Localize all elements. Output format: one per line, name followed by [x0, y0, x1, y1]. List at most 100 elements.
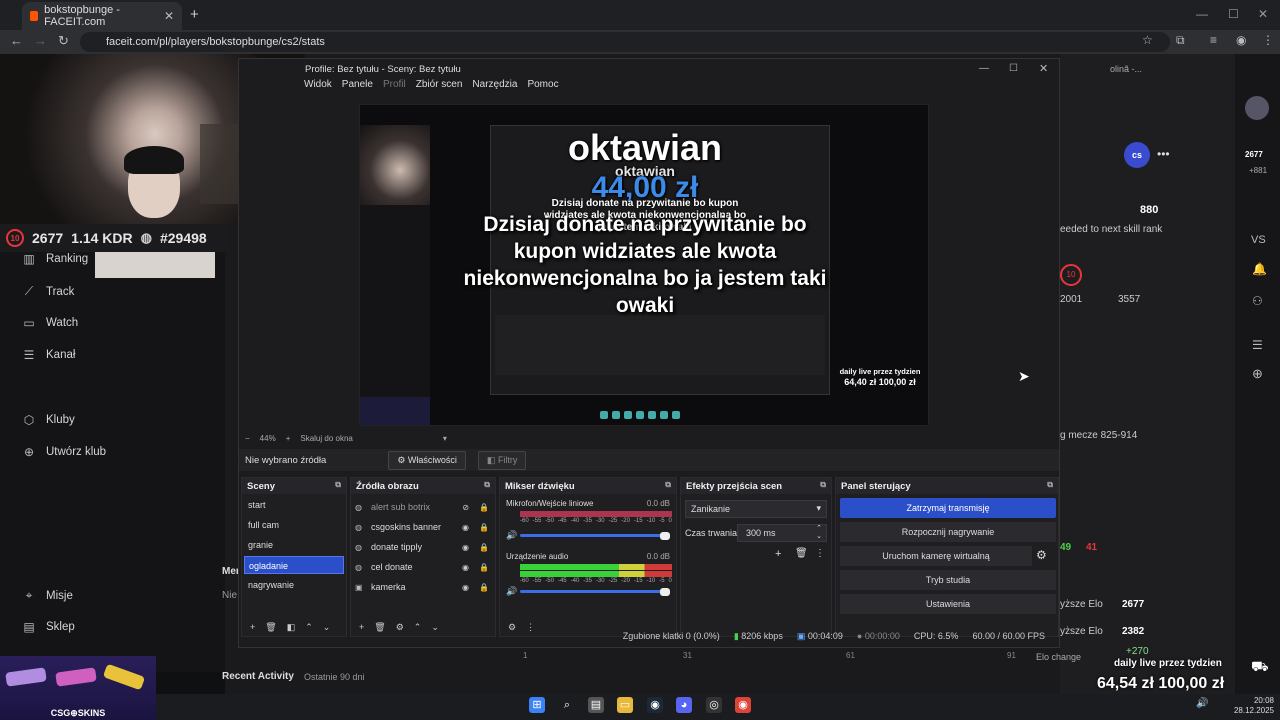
- add-transition-icon[interactable]: +: [775, 548, 781, 560]
- lock-icon[interactable]: 🔒: [479, 523, 489, 532]
- mic-volume-icon[interactable]: 🔊: [506, 530, 517, 541]
- virtual-cam-settings-icon[interactable]: ⚙: [1036, 548, 1047, 562]
- spin-arrows-icon[interactable]: ⌃ ⌄: [816, 525, 822, 541]
- search-icon[interactable]: ⌕: [559, 697, 575, 713]
- menu-narzedzia[interactable]: Narzędzia: [472, 79, 517, 97]
- add-icon[interactable]: ⊕: [1252, 366, 1263, 382]
- sidebar-item-clubs[interactable]: ⬡ Kluby: [22, 413, 75, 427]
- source-item[interactable]: ◍ alert sub botrix ⊘ 🔒: [355, 498, 489, 516]
- scene-item[interactable]: start: [244, 496, 344, 514]
- steam-icon[interactable]: ◉: [647, 697, 663, 713]
- eye-icon[interactable]: ◉: [462, 523, 469, 532]
- profile-icon[interactable]: ◉: [1236, 33, 1246, 47]
- party-icon[interactable]: ☰: [1252, 338, 1263, 352]
- forward-icon[interactable]: →: [34, 33, 47, 48]
- browser-tab[interactable]: bokstopbunge - FACEIT.com ✕: [22, 2, 182, 30]
- close-window-icon[interactable]: ✕: [1258, 7, 1268, 21]
- eye-icon[interactable]: ◉: [462, 583, 469, 592]
- duration-spinbox[interactable]: 300 ms ⌃ ⌄: [737, 524, 827, 542]
- mic-volume-slider[interactable]: [520, 534, 670, 537]
- sidebar-item-create-club[interactable]: ⊕ Utwórz klub: [22, 445, 106, 459]
- maximize-icon[interactable]: ☐: [1228, 7, 1239, 21]
- eye-icon[interactable]: ◉: [462, 543, 469, 552]
- menu-panele[interactable]: Panele: [342, 79, 373, 97]
- url-field[interactable]: faceit.com/pl/players/bokstopbunge/cs2/s…: [80, 32, 1170, 52]
- new-tab-button[interactable]: +: [190, 6, 199, 23]
- back-icon[interactable]: ←: [10, 33, 23, 48]
- task-view-icon[interactable]: ▤: [588, 697, 604, 713]
- menu-kebab-icon[interactable]: ⋮: [1262, 33, 1274, 47]
- properties-button[interactable]: ⚙ Właściwości: [388, 450, 466, 470]
- obs-icon[interactable]: ◎: [706, 697, 722, 713]
- taskbar-clock[interactable]: 20:08 28.12.2025: [1226, 694, 1274, 716]
- speaker-icon[interactable]: 🔊: [1196, 698, 1208, 709]
- undock-icon[interactable]: ⧉: [820, 480, 826, 490]
- sidebar-item-channel[interactable]: ☰ Kanał: [22, 348, 76, 362]
- audio-volume-knob[interactable]: [660, 588, 670, 596]
- scene-item-selected[interactable]: ogladanie: [244, 556, 344, 574]
- eye-icon[interactable]: ◉: [462, 563, 469, 572]
- transition-select[interactable]: Zanikanie ▾: [685, 500, 827, 518]
- lock-icon[interactable]: 🔒: [479, 583, 489, 592]
- menu-widok[interactable]: Widok: [304, 79, 332, 97]
- source-item[interactable]: ▣ kamerka ◉ 🔒: [355, 578, 489, 596]
- obs-close-icon[interactable]: ✕: [1039, 62, 1048, 75]
- hidden-eye-icon[interactable]: ⊘: [462, 503, 469, 512]
- sidebar-item-ranking[interactable]: ▥ Ranking: [22, 252, 88, 266]
- bookmark-star-icon[interactable]: ☆: [1142, 33, 1153, 47]
- windows-start-icon[interactable]: ⊞: [529, 697, 545, 713]
- more-icon[interactable]: •••: [1157, 147, 1170, 161]
- chart-icon: ⟋: [24, 284, 34, 298]
- start-recording-button[interactable]: Rozpocznij nagrywanie: [840, 522, 1056, 542]
- start-virtual-cam-button[interactable]: Uruchom kamerę wirtualną: [840, 546, 1032, 566]
- sidebar-item-watch[interactable]: ▭ Watch: [22, 316, 78, 330]
- undock-icon[interactable]: ⧉: [335, 480, 341, 490]
- chrome-icon[interactable]: ◉: [735, 697, 751, 713]
- menu-profil[interactable]: Profil: [383, 79, 406, 97]
- lock-icon[interactable]: 🔒: [479, 563, 489, 572]
- undock-icon[interactable]: ⧉: [665, 480, 671, 490]
- zoom-out-icon[interactable]: −: [245, 434, 250, 443]
- sidebar-item-missions[interactable]: ⌖ Misje: [22, 588, 73, 603]
- menu-zbior-scen[interactable]: Zbiór scen: [416, 79, 463, 97]
- obs-preview[interactable]: oktawian oktawian 44,00 zł Dzisiaj donat…: [359, 104, 929, 426]
- media-icon[interactable]: ≡: [1210, 33, 1217, 47]
- source-item[interactable]: ◍ cel donate ◉ 🔒: [355, 558, 489, 576]
- bell-icon[interactable]: 🔔: [1252, 262, 1267, 276]
- discord-icon[interactable]: ◕: [676, 697, 692, 713]
- settings-button[interactable]: Ustawienia: [840, 594, 1056, 614]
- sidebar-item-shop[interactable]: ▤ Sklep: [22, 620, 74, 634]
- zoom-mode[interactable]: Skaluj do okna: [300, 434, 352, 443]
- minimize-icon[interactable]: —: [1196, 7, 1208, 21]
- obs-maximize-icon[interactable]: ☐: [1009, 63, 1018, 74]
- stop-stream-button[interactable]: Zatrzymaj transmisję: [840, 498, 1056, 518]
- filters-button[interactable]: ◧ Filtry: [477, 450, 527, 470]
- menu-pomoc[interactable]: Pomoc: [527, 79, 558, 97]
- extensions-icon[interactable]: ⧉: [1176, 33, 1185, 48]
- vs-icon[interactable]: VS: [1251, 234, 1266, 246]
- scene-item[interactable]: nagrywanie: [244, 576, 344, 594]
- mic-volume-knob[interactable]: [660, 532, 670, 540]
- audio-volume-icon[interactable]: 🔊: [506, 586, 517, 597]
- sidebar-item-track[interactable]: ⟋ Track: [22, 284, 75, 299]
- undock-icon[interactable]: ⧉: [484, 480, 490, 490]
- transition-menu-icon[interactable]: ⋮: [815, 548, 825, 559]
- scene-item[interactable]: granie: [244, 536, 344, 554]
- source-item[interactable]: ◍ csgoskins banner ◉ 🔒: [355, 518, 489, 536]
- avatar[interactable]: [1245, 96, 1269, 120]
- scene-item[interactable]: full cam: [244, 516, 344, 534]
- lock-icon[interactable]: 🔒: [479, 543, 489, 552]
- zoom-dropdown-icon[interactable]: ▾: [443, 434, 447, 443]
- studio-mode-button[interactable]: Tryb studia: [840, 570, 1056, 590]
- obs-minimize-icon[interactable]: —: [979, 63, 989, 74]
- zoom-in-icon[interactable]: +: [286, 434, 291, 443]
- source-item[interactable]: ◍ donate tipply ◉ 🔒: [355, 538, 489, 556]
- delete-transition-icon[interactable]: 🗑: [795, 548, 808, 559]
- audio-volume-slider[interactable]: [520, 590, 670, 593]
- close-tab-icon[interactable]: ✕: [164, 9, 174, 23]
- undock-icon[interactable]: ⧉: [1047, 480, 1053, 490]
- friends-icon[interactable]: ⚇: [1252, 294, 1263, 308]
- reload-icon[interactable]: ↻: [58, 33, 69, 49]
- lock-icon[interactable]: 🔒: [479, 503, 489, 512]
- file-explorer-icon[interactable]: ▭: [617, 697, 633, 713]
